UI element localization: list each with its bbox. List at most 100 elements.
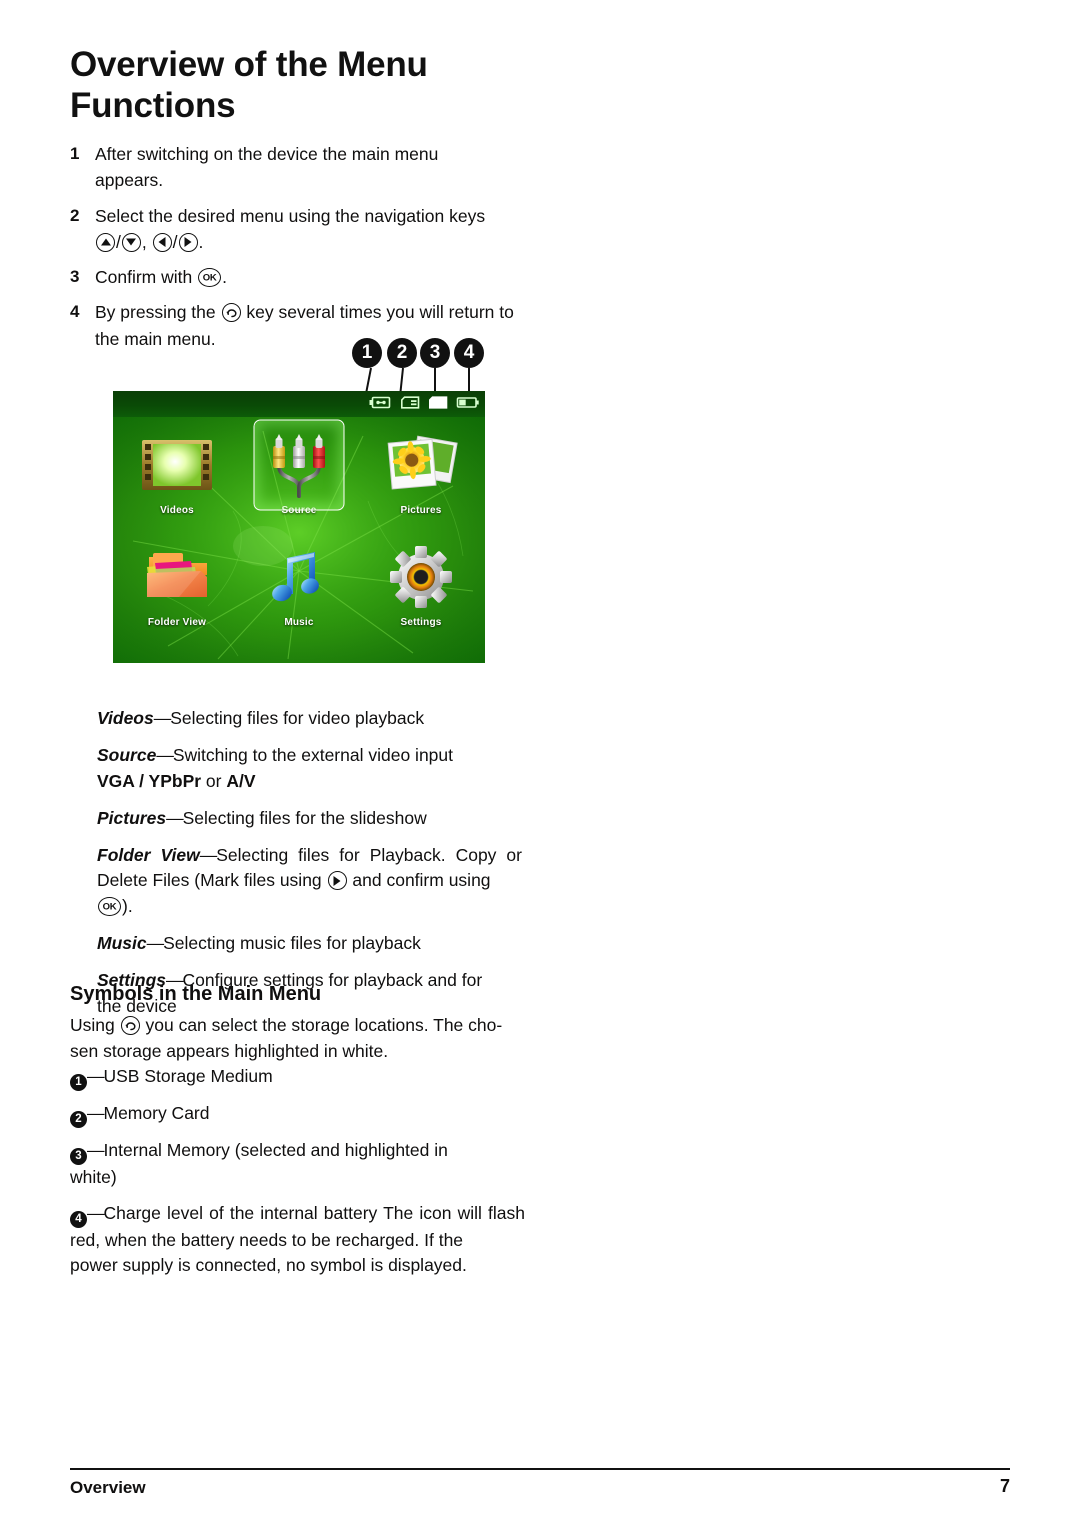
separator-comma: , [141,231,147,252]
menu-item-settings[interactable]: Settings [365,539,477,628]
legend-text: USB Storage Medium [103,1066,273,1086]
legend-text: Internal Memory (selected and highlighte… [103,1140,448,1160]
callout-number-2: 2 [387,338,417,368]
folder-icon [121,539,233,615]
definition-pictures: Pictures—Selecting files for the slidesh… [97,806,522,832]
definition-term: Videos [97,708,154,728]
callout-number-3: 3 [420,338,450,368]
definition-source: Source—Switching to the external video i… [97,743,522,795]
legend-number-4: 4 [70,1210,87,1228]
step-item: 2 Select the desired menu using the navi… [70,203,530,256]
menu-item-music[interactable]: Music [243,539,355,628]
em-dash: — [87,1066,104,1086]
navigation-key-row: /, /. [95,229,530,255]
memory-card-icon [400,395,421,412]
usb-storage-icon [369,395,393,412]
nav-up-icon [96,232,115,252]
step-item: 1 After switching on the device the main… [70,141,530,194]
input-vga-label: VGA / YPbPr [97,770,202,791]
definition-body-line2: VGA / YPbPr or A/V [97,769,522,795]
paragraph-part: you can select the storage locations. Th… [145,1015,503,1035]
menu-item-label: Pictures [400,505,442,516]
step-text-part: By pressing the [95,302,216,323]
symbol-legend-item-2: 2 —Memory Card [70,1101,525,1128]
definition-body: Selecting files for the slideshow [182,807,427,828]
legend-number-3: 3 [70,1148,87,1165]
nav-right-icon [178,232,198,252]
legend-number-2: 2 [70,1111,87,1128]
definition-folder-view: Folder View—Selecting files for Playback… [97,843,522,921]
storage-selection-paragraph: Using you can select the storage locatio… [70,1013,525,1065]
definition-term: Music [97,933,147,954]
ok-key-label: OK [102,901,117,913]
definition-videos: Videos—Selecting files for video playbac… [97,706,522,732]
em-dash: — [87,1140,104,1160]
step-text: Confirm with OK. [95,264,530,290]
step-text-part: After switching on the device the main m… [95,144,439,164]
subsection-heading: Symbols in the Main Menu [70,983,322,1005]
page-title-line-2: Functions [70,86,236,126]
definition-body: Selecting files for video playback [170,708,425,728]
callout-leader-1 [365,367,372,394]
menu-item-label: Videos [160,505,194,516]
photo-stack-icon [365,427,477,503]
legend-text-line2: white) [70,1167,117,1187]
music-note-icon [243,539,355,615]
sentence-period: . [222,267,227,287]
menu-item-pictures[interactable]: Pictures [365,427,477,516]
footer-section-name: Overview [70,1478,146,1497]
main-menu-grid: Videos Source Pictures Folder View Music… [113,417,485,663]
gear-icon [365,539,477,615]
definition-body: Switching to the external video input [172,744,453,765]
symbol-legend-item-4: 4 —Charge level of the internal battery T… [70,1201,525,1279]
step-text: After switching on the device the main m… [95,141,530,194]
definition-term: Source [97,744,157,765]
definition-body-end: ). [122,896,133,917]
step-item: 3 Confirm with OK. [70,264,530,290]
em-dash: — [199,844,217,865]
procedure-step-list: 1 After switching on the device the main… [70,141,530,361]
definition-body: Selecting music files for playback [163,933,421,954]
em-dash: — [87,1103,104,1123]
em-dash: — [156,744,173,765]
rca-cables-icon [243,419,355,511]
page-title-line-1: Overview of the Menu [70,45,428,84]
symbol-legend-item-3: 3 —Internal Memory (selected and highligh… [70,1138,525,1191]
definition-music: Music—Selecting music files for playback [97,931,522,957]
em-dash: — [87,1202,104,1223]
ok-key-label: OK [202,271,217,283]
menu-item-source[interactable]: Source [243,419,355,516]
back-key-icon [120,1016,140,1035]
document-page: Overview of the Menu Functions 1 After s… [0,0,1080,1529]
separator-slash: / [116,231,121,252]
legend-text-line2: power supply is connected, no symbol is … [70,1255,467,1276]
callout-number-4: 4 [454,338,484,368]
step-text-part: Confirm with [95,267,193,287]
definition-term: Pictures [97,807,167,828]
em-dash: — [166,807,183,828]
footer-divider [70,1468,1010,1470]
ok-key-icon: OK [98,897,121,917]
sentence-period: . [198,231,204,252]
step-text-part: Select the desired menu using the naviga… [95,205,486,226]
symbol-legend-list: 1 —USB Storage Medium 2 —Memory Card 3 —Int… [70,1064,525,1289]
callout-number-1: 1 [352,338,382,368]
symbol-legend-item-1: 1 —USB Storage Medium [70,1064,525,1091]
step-text-part: appears. [95,170,164,191]
menu-item-folder-view[interactable]: Folder View [121,539,233,628]
page-title: Overview of the Menu Functions [70,44,540,127]
nav-down-icon [121,232,141,252]
menu-item-videos[interactable]: Videos [121,427,233,516]
nav-left-icon [152,232,172,252]
step-text-part: key several times you will return [246,302,495,323]
battery-icon [456,395,480,412]
ok-key-icon: OK [198,268,222,287]
step-number: 1 [70,144,80,163]
paragraph-part: Using [70,1015,115,1035]
step-text: Select the desired menu using the naviga… [95,203,530,256]
em-dash: — [146,933,164,954]
em-dash: — [153,708,171,728]
step-number: 2 [70,205,80,225]
status-bar-icons [369,395,480,412]
definition-term: Folder View [97,844,200,865]
